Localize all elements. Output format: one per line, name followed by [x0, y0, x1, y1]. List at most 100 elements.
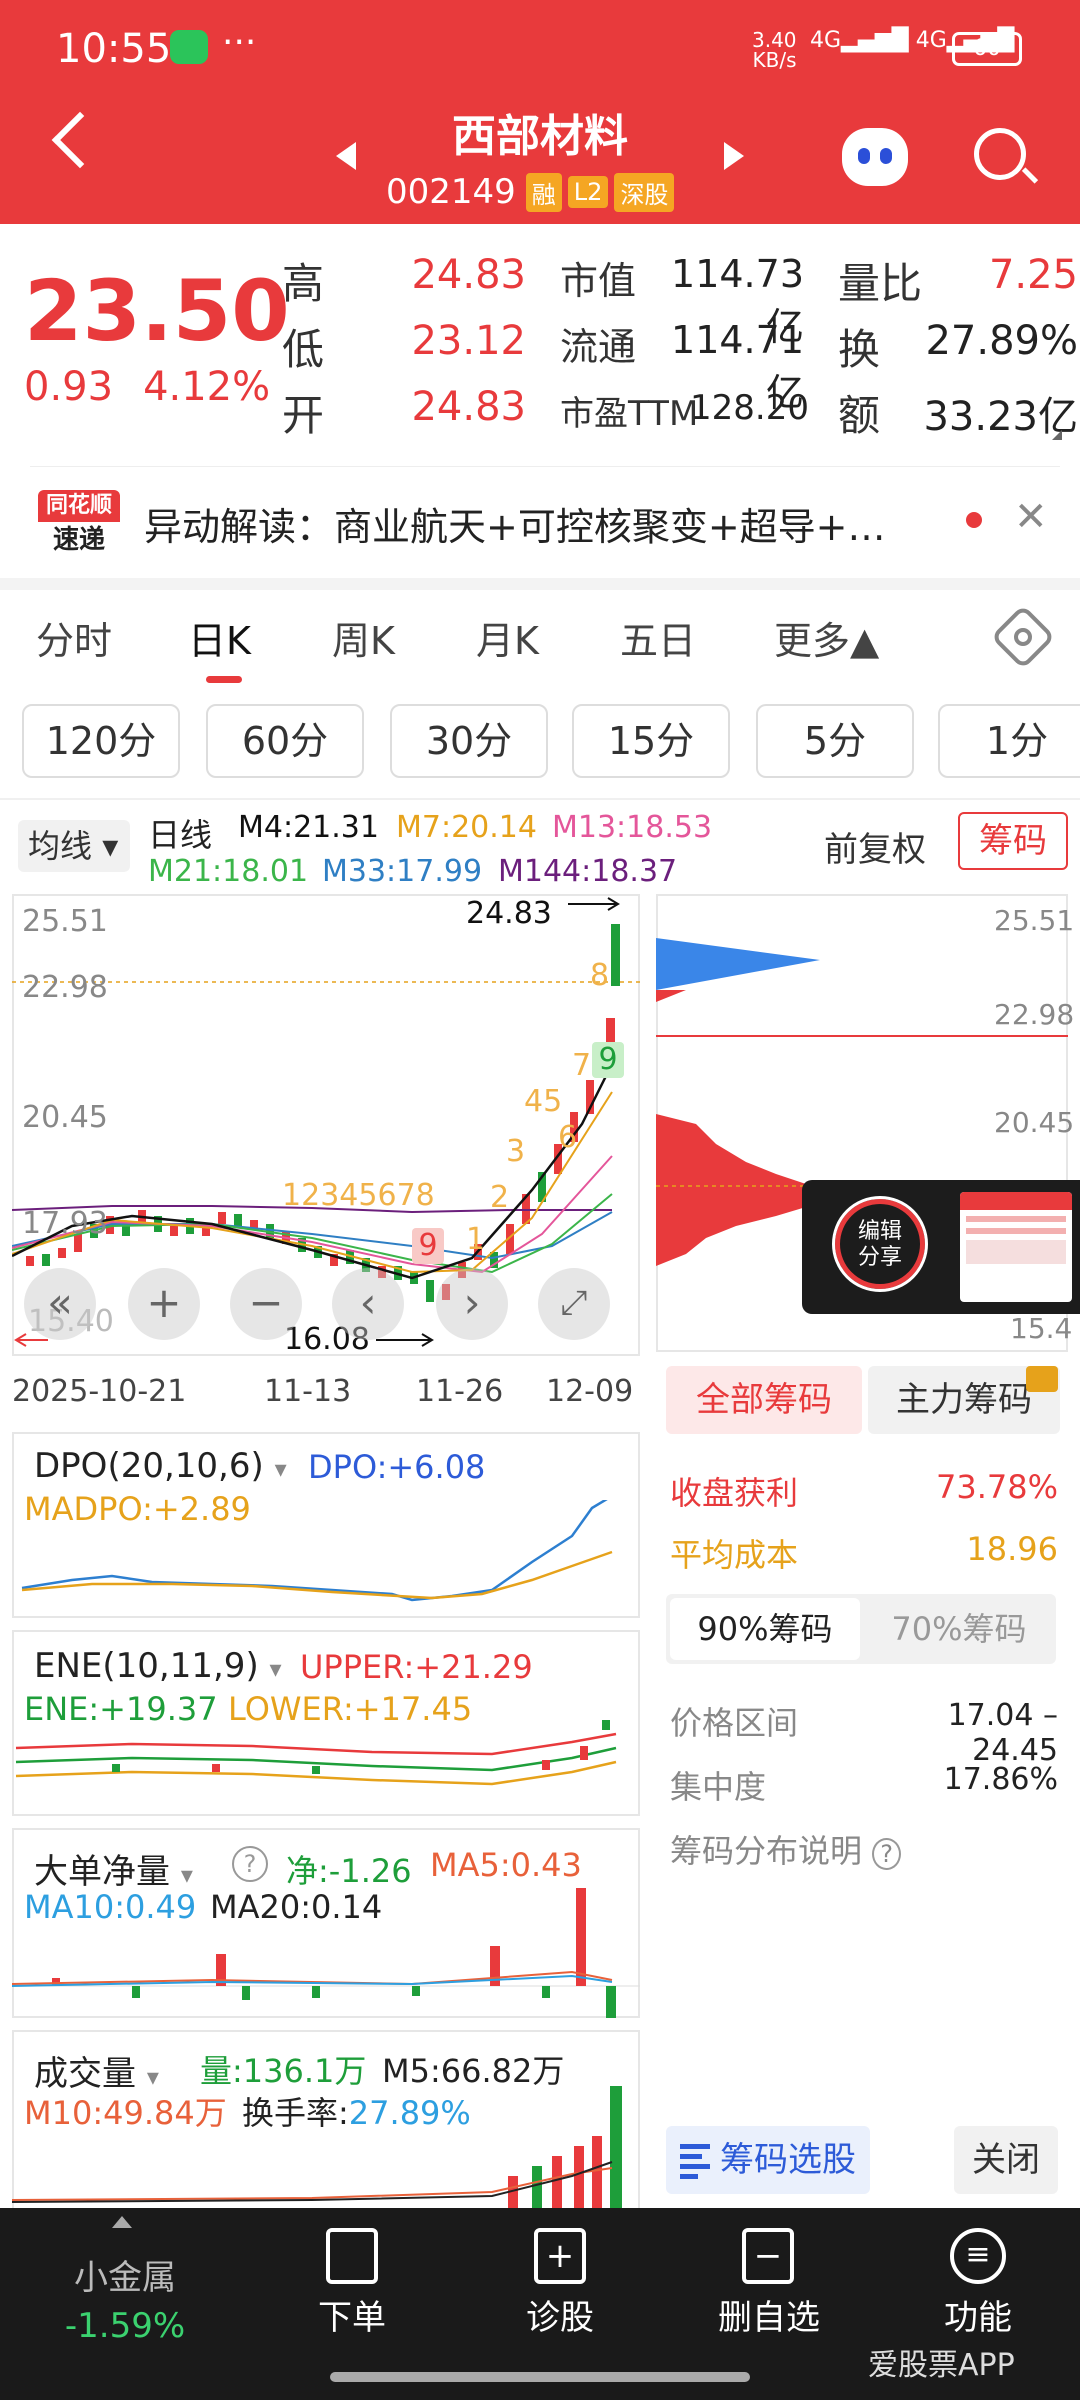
period-30min[interactable]: 30分: [390, 704, 548, 778]
td-up-8: 8: [590, 958, 610, 993]
scroll-left-icon[interactable]: ‹: [332, 1268, 404, 1340]
ma5-value: MA5:0.43: [430, 1846, 582, 1884]
zoom-in-icon[interactable]: +: [128, 1268, 200, 1340]
home-indicator[interactable]: [330, 2372, 750, 2382]
chip-help-link[interactable]: 筹码分布说明 ?: [670, 1826, 901, 1872]
rewind-icon[interactable]: «: [24, 1268, 96, 1340]
settings-icon[interactable]: [990, 604, 1056, 670]
dpo-svg: [21, 1500, 613, 1602]
label-low: 低: [282, 325, 325, 374]
td-up-9: 9: [592, 1042, 624, 1078]
kline-type: 日线: [148, 816, 213, 854]
value-high: 24.83: [411, 252, 526, 298]
chip-y-label: 15.4: [1010, 1312, 1073, 1345]
expand-quote-icon[interactable]: [1052, 430, 1062, 440]
label-turnover: 换: [838, 325, 881, 374]
badge-l2: L2: [567, 176, 609, 208]
adjust-mode[interactable]: 前复权: [824, 822, 926, 871]
period-60min[interactable]: 60分: [206, 704, 364, 778]
robot-assistant-icon[interactable]: [842, 128, 908, 186]
nav-diagnose[interactable]: 诊股: [508, 2290, 612, 2339]
screenshot-thumbnail[interactable]: [960, 1192, 1072, 1302]
x-label: 12-09: [546, 1374, 634, 1409]
y-label: 25.51: [22, 904, 108, 939]
ma21-value: M21:18.01: [148, 854, 309, 889]
avg-cost-value: 18.96: [966, 1530, 1058, 1568]
prev-stock-icon[interactable]: [336, 142, 356, 170]
chip-y-label: 22.98: [994, 998, 1075, 1031]
unread-dot-icon: [966, 512, 982, 528]
high-marker: 24.83: [466, 896, 552, 931]
dpo-select[interactable]: DPO(20,10,6) ▾: [34, 1446, 287, 1486]
tab-daily-k[interactable]: 日K: [188, 610, 251, 665]
ma144-value: M144:18.37: [498, 854, 678, 889]
close-news-icon[interactable]: ✕: [1014, 494, 1048, 540]
price-change: 0.93 4.12%: [24, 364, 271, 410]
next-stock-icon[interactable]: [724, 142, 744, 170]
period-120min[interactable]: 120分: [22, 704, 180, 778]
tab-five-day[interactable]: 五日: [620, 610, 696, 665]
y-label: 20.45: [22, 1100, 108, 1135]
function-icon[interactable]: ≡: [950, 2228, 1006, 2284]
profit-label: 收盘获利: [670, 1474, 799, 1512]
avg-cost-label: 平均成本: [670, 1536, 799, 1574]
indicator-select[interactable]: 均线 ▾: [18, 820, 130, 872]
td-up-1: 1: [466, 1222, 486, 1257]
badge-connect: 深股: [614, 172, 675, 212]
tab-all-chips[interactable]: 全部筹码: [666, 1366, 862, 1434]
chip-percent-toggle[interactable]: 90%筹码 70%筹码: [666, 1594, 1056, 1664]
concentration-value: 17.86%: [943, 1762, 1058, 1797]
scroll-right-icon[interactable]: ›: [436, 1268, 508, 1340]
ma13-value: M13:18.53: [552, 810, 713, 845]
diagnose-icon[interactable]: +: [534, 2228, 586, 2284]
share-widget[interactable]: 编辑 分享: [802, 1180, 1080, 1314]
nav-order[interactable]: 下单: [300, 2290, 404, 2339]
td-up-7: 7: [572, 1048, 592, 1083]
battery-icon: 60: [952, 32, 1022, 66]
dpo-value: DPO:+6.08: [308, 1448, 486, 1486]
chip-y-label: 20.45: [994, 1106, 1075, 1139]
net-speed: 3.40 KB/s: [752, 28, 797, 72]
tab-weekly-k[interactable]: 周K: [332, 610, 395, 665]
seg-70[interactable]: 70%筹码: [866, 1598, 1052, 1660]
price-range-value: 17.04 – 24.45: [947, 1698, 1058, 1768]
fullscreen-icon[interactable]: ⤢: [538, 1268, 610, 1340]
news-headline[interactable]: 异动解读：商业航天+可控核聚变+超导+…: [144, 496, 944, 551]
label-float: 流通: [560, 325, 637, 369]
x-label: 2025-10-21: [12, 1374, 187, 1409]
close-chip-button[interactable]: 关闭: [954, 2126, 1058, 2194]
seg-90[interactable]: 90%筹码: [670, 1598, 860, 1660]
td-up-6: 6: [558, 1120, 578, 1155]
value-low: 23.12: [411, 318, 526, 364]
sector-change: -1.59%: [64, 2306, 186, 2346]
period-15min[interactable]: 15分: [572, 704, 730, 778]
news-logo: 同花顺 速递: [38, 490, 120, 558]
tab-monthly-k[interactable]: 月K: [476, 610, 539, 665]
value-turnover: 27.89%: [925, 318, 1078, 364]
tab-more[interactable]: 更多▲: [774, 610, 879, 665]
ene-select[interactable]: ENE(10,11,9) ▾: [34, 1646, 282, 1686]
watermark: 爱股票APP: [868, 2348, 1015, 2383]
sector-up-icon: [112, 2216, 132, 2228]
nav-remove-watchlist[interactable]: 删自选: [704, 2290, 834, 2339]
tab-intraday[interactable]: 分时: [36, 610, 112, 665]
period-1min[interactable]: 1分: [938, 704, 1080, 778]
period-5min[interactable]: 5分: [756, 704, 914, 778]
nav-function[interactable]: 功能: [926, 2290, 1030, 2339]
edit-share-button[interactable]: 编辑 分享: [832, 1196, 928, 1292]
sector-name[interactable]: 小金属: [50, 2250, 200, 2299]
chip-button[interactable]: 筹码: [958, 812, 1068, 870]
order-icon[interactable]: [326, 2228, 378, 2284]
remove-watchlist-icon[interactable]: −: [742, 2228, 794, 2284]
value-vol-ratio: 7.25: [988, 252, 1078, 298]
stock-name: 西部材料: [452, 111, 628, 162]
label-vol-ratio: 量比: [838, 259, 923, 308]
stock-code-row: 002149 融 L2 深股: [386, 172, 675, 212]
help-icon[interactable]: ?: [232, 1846, 268, 1882]
label-pe: 市盈TTM: [560, 394, 699, 434]
td-up-3: 3: [506, 1134, 526, 1169]
zoom-out-icon[interactable]: −: [230, 1268, 302, 1340]
wechat-icon: [170, 30, 208, 64]
search-icon[interactable]: [974, 128, 1026, 180]
profit-value: 73.78%: [935, 1468, 1058, 1506]
